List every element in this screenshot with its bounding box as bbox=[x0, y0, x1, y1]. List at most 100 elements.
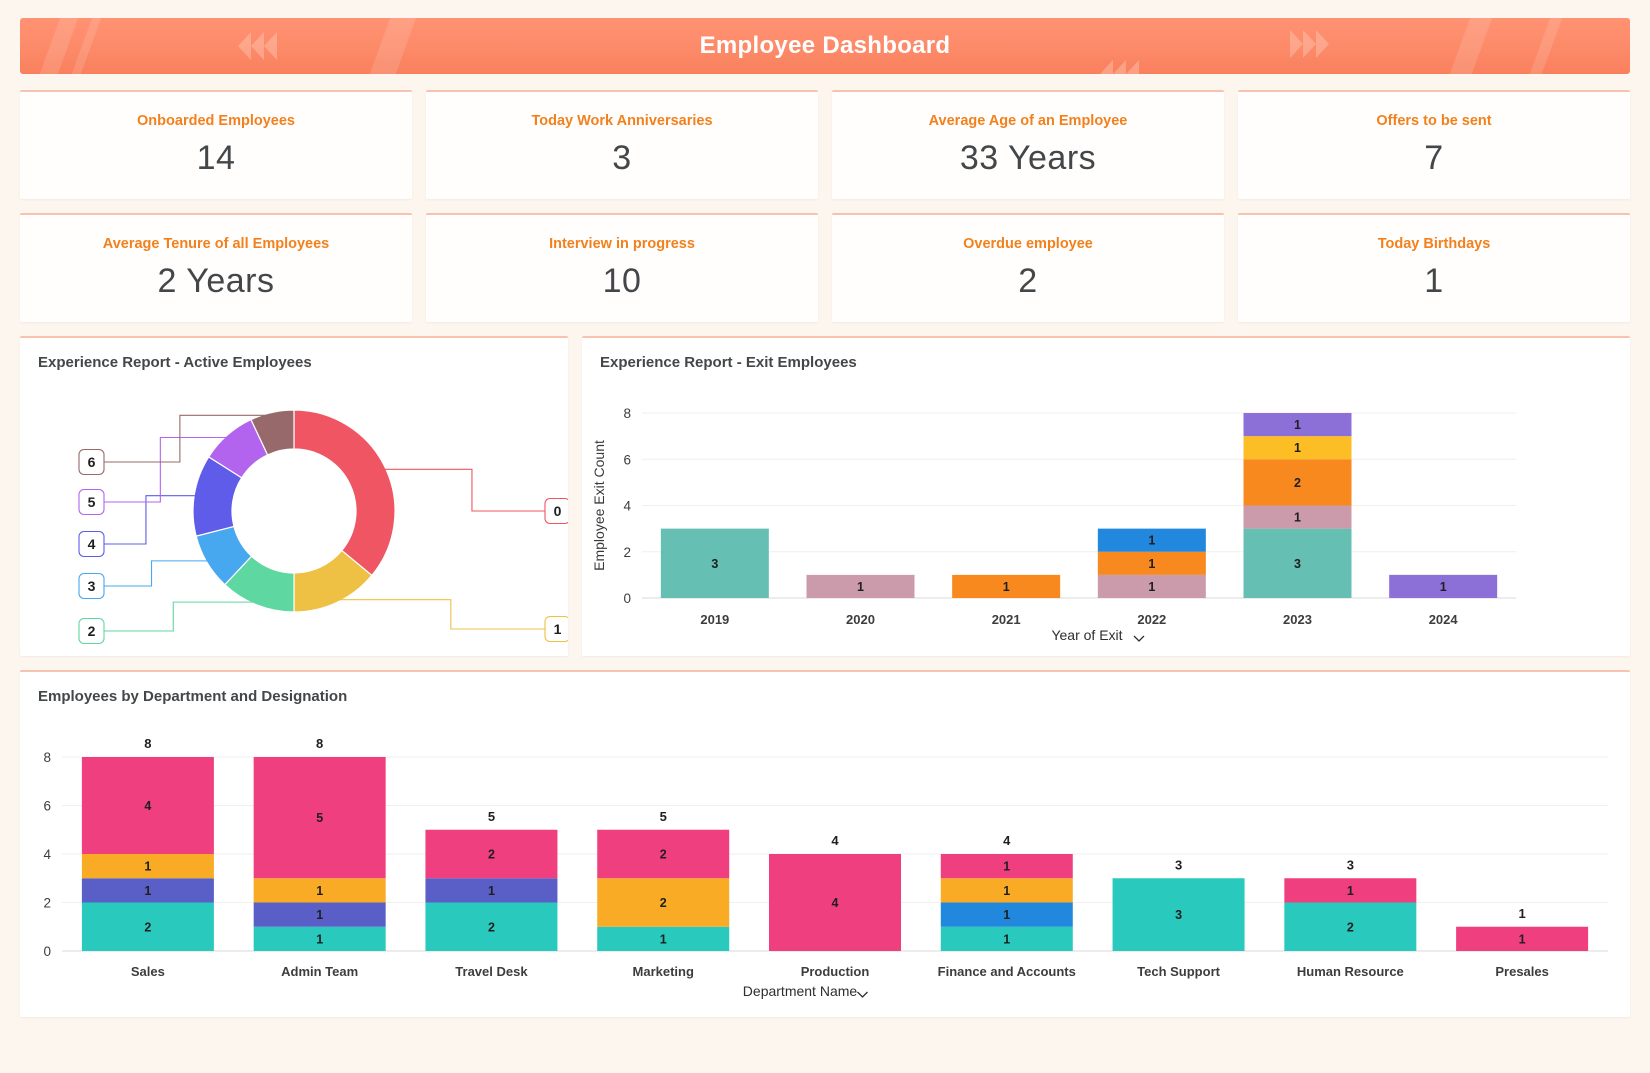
kpi-card-average-tenure[interactable]: Average Tenure of all Employees 2 Years bbox=[20, 213, 412, 322]
bar-segment-value: 1 bbox=[1003, 884, 1010, 898]
kpi-value: 14 bbox=[197, 139, 236, 178]
donut-callout-3: 3 bbox=[79, 561, 210, 599]
bar-segment-value: 1 bbox=[144, 884, 151, 898]
kpi-label: Offers to be sent bbox=[1376, 113, 1491, 129]
kpi-card-interview-in-progress[interactable]: Interview in progress 10 bbox=[426, 213, 818, 322]
dashboard-root: Employee Dashboard Onboarded Employees 1… bbox=[0, 0, 1650, 1073]
bar-chart-department-designation[interactable]: 0246821148Sales11158Admin Team2125Travel… bbox=[20, 705, 1630, 1013]
kpi-label: Onboarded Employees bbox=[137, 113, 295, 129]
kpi-card-today-birthdays[interactable]: Today Birthdays 1 bbox=[1238, 213, 1630, 322]
donut-callout-label: 1 bbox=[554, 621, 562, 637]
bar-segment-value: 4 bbox=[832, 896, 839, 910]
x-axis-title: Year of Exit bbox=[1051, 627, 1122, 643]
x-axis-tick: Travel Desk bbox=[455, 964, 528, 979]
bar-segment-value: 2 bbox=[1294, 476, 1301, 490]
bar-segment-value: 1 bbox=[1148, 557, 1155, 571]
bar-segment-value: 3 bbox=[711, 557, 718, 571]
x-axis-tick: 2021 bbox=[992, 612, 1021, 627]
kpi-value: 10 bbox=[603, 262, 642, 301]
bar-segment-value: 5 bbox=[316, 811, 323, 825]
kpi-label: Average Tenure of all Employees bbox=[103, 236, 329, 252]
panel-employees-by-department: Employees by Department and Designation … bbox=[20, 670, 1630, 1017]
donut-callout-1: 1 bbox=[336, 600, 568, 642]
x-axis-tick: 2019 bbox=[700, 612, 729, 627]
bar-segment-value: 2 bbox=[144, 920, 151, 934]
kpi-card-average-age[interactable]: Average Age of an Employee 33 Years bbox=[832, 90, 1224, 199]
donut-chart-active-employees[interactable]: 0123456 bbox=[20, 371, 568, 649]
y-axis-tick: 2 bbox=[43, 896, 51, 911]
bar-segment-value: 1 bbox=[316, 884, 323, 898]
bar-segment-value: 1 bbox=[144, 860, 151, 874]
x-axis-tick: Human Resource bbox=[1297, 964, 1404, 979]
donut-callout-label: 0 bbox=[554, 503, 562, 519]
bar-segment-value: 2 bbox=[660, 848, 667, 862]
bar-chart-exit-employees[interactable]: 0246832019120201202111120223121120231202… bbox=[582, 371, 1544, 656]
y-axis-tick: 2 bbox=[623, 545, 631, 560]
x-axis-title: Department Name bbox=[743, 983, 858, 999]
donut-callout-2: 2 bbox=[79, 602, 258, 643]
bar-segment-value: 1 bbox=[1148, 580, 1155, 594]
kpi-card-today-work-anniversaries[interactable]: Today Work Anniversaries 3 bbox=[426, 90, 818, 199]
bar-segment-value: 1 bbox=[857, 580, 864, 594]
donut-segment-0[interactable] bbox=[294, 410, 395, 575]
x-axis-tick: 2022 bbox=[1137, 612, 1166, 627]
donut-callout-label: 6 bbox=[88, 454, 96, 470]
bar-total-label: 5 bbox=[660, 809, 667, 824]
bar-segment-value: 1 bbox=[1440, 580, 1447, 594]
bar-total-label: 3 bbox=[1347, 857, 1354, 872]
x-axis-tick: 2020 bbox=[846, 612, 875, 627]
bar-total-label: 8 bbox=[316, 736, 323, 751]
chevron-down-icon[interactable] bbox=[1134, 636, 1144, 641]
x-axis-tick: 2024 bbox=[1429, 612, 1459, 627]
bar-segment-value: 1 bbox=[1003, 932, 1010, 946]
bar-segment-value: 2 bbox=[488, 848, 495, 862]
kpi-card-onboarded-employees[interactable]: Onboarded Employees 14 bbox=[20, 90, 412, 199]
kpi-card-offers-to-be-sent[interactable]: Offers to be sent 7 bbox=[1238, 90, 1630, 199]
panel-experience-active: Experience Report - Active Employees 0 1 2… bbox=[20, 336, 568, 656]
bar-segment-value: 1 bbox=[316, 932, 323, 946]
y-axis-tick: 6 bbox=[43, 799, 51, 814]
bar-segment-value: 1 bbox=[1347, 884, 1354, 898]
kpi-value: 2 Years bbox=[158, 262, 275, 301]
kpi-label: Interview in progress bbox=[549, 236, 695, 252]
bar-segment-value: 1 bbox=[1003, 860, 1010, 874]
x-axis-title-group[interactable]: Department Name bbox=[743, 983, 868, 999]
y-axis-tick: 8 bbox=[623, 406, 631, 421]
chevron-down-icon[interactable] bbox=[858, 992, 868, 997]
bar-segment-value: 3 bbox=[1175, 908, 1182, 922]
chevron-right-decoration bbox=[1290, 30, 1329, 58]
kpi-label: Today Birthdays bbox=[1378, 236, 1491, 252]
x-axis-tick: Production bbox=[801, 964, 870, 979]
panel-title-dept: Employees by Department and Designation bbox=[20, 672, 1630, 705]
bar-segment-value: 2 bbox=[660, 896, 667, 910]
chart-row: Experience Report - Active Employees 0 1 2… bbox=[20, 336, 1630, 656]
panel-title-donut: Experience Report - Active Employees bbox=[20, 338, 568, 371]
bar-segment-value: 1 bbox=[316, 908, 323, 922]
x-axis-tick: Presales bbox=[1495, 964, 1549, 979]
panel-title-exit: Experience Report - Exit Employees bbox=[582, 338, 1630, 371]
donut-callout-label: 3 bbox=[88, 578, 96, 594]
bar-total-label: 4 bbox=[831, 833, 839, 848]
kpi-row-1: Onboarded Employees 14 Today Work Annive… bbox=[20, 90, 1630, 199]
kpi-value: 33 Years bbox=[960, 139, 1096, 178]
y-axis-tick: 4 bbox=[623, 499, 631, 514]
kpi-value: 3 bbox=[612, 139, 631, 178]
page-title: Employee Dashboard bbox=[700, 32, 951, 60]
kpi-card-overdue-employee[interactable]: Overdue employee 2 bbox=[832, 213, 1224, 322]
y-axis-tick: 6 bbox=[623, 452, 631, 467]
y-axis-title: Employee Exit Count bbox=[591, 440, 607, 571]
kpi-value: 1 bbox=[1424, 262, 1443, 301]
donut-callout-label: 4 bbox=[88, 536, 96, 552]
chevron-left-decoration-2 bbox=[1100, 60, 1139, 74]
x-axis-tick: Finance and Accounts bbox=[938, 964, 1076, 979]
bar-segment-value: 1 bbox=[488, 884, 495, 898]
bar-total-label: 8 bbox=[144, 736, 151, 751]
bar-segment-value: 1 bbox=[1294, 511, 1301, 525]
x-axis-tick: 2023 bbox=[1283, 612, 1312, 627]
donut-callout-0: 0 bbox=[383, 469, 568, 523]
kpi-label: Overdue employee bbox=[963, 236, 1093, 252]
kpi-row-2: Average Tenure of all Employees 2 Years … bbox=[20, 213, 1630, 322]
bar-segment-value: 2 bbox=[488, 920, 495, 934]
x-axis-title-group[interactable]: Year of Exit bbox=[1051, 627, 1144, 643]
bar-segment-value: 1 bbox=[1519, 932, 1526, 946]
